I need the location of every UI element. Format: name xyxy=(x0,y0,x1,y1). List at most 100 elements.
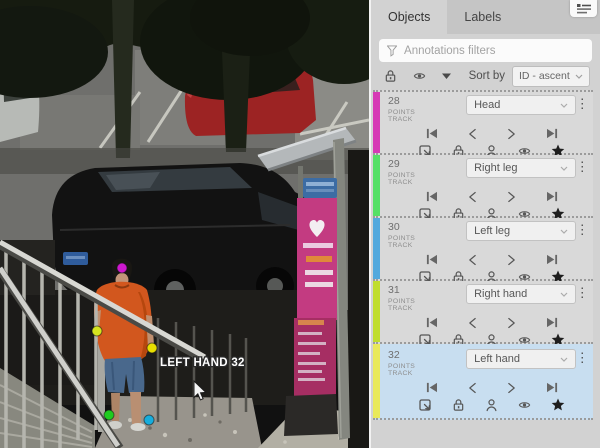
lock-object-button[interactable] xyxy=(452,398,465,412)
object-label-select[interactable]: Right leg xyxy=(466,158,575,178)
object-label-value: Left hand xyxy=(474,353,520,365)
object-id: 30 xyxy=(388,222,438,234)
list-icon xyxy=(577,4,591,14)
switch-outside-button[interactable] xyxy=(418,398,433,412)
next-keyframe-button[interactable] xyxy=(507,317,516,329)
last-keyframe-button[interactable] xyxy=(546,317,559,328)
sort-order-value: ID - ascent xyxy=(519,70,570,82)
object-label-select[interactable]: Head xyxy=(466,95,575,115)
track-type-label: POINTS TRACK xyxy=(388,363,438,377)
point-right-hand[interactable] xyxy=(92,326,102,336)
chevron-down-icon xyxy=(560,166,568,171)
track-color-stripe xyxy=(373,281,380,342)
track-type-label: POINTS TRACK xyxy=(388,109,438,123)
object-cards-list: 28 POINTS TRACK Head ⋮ xyxy=(371,90,600,420)
first-keyframe-button[interactable] xyxy=(425,254,438,265)
last-keyframe-button[interactable] xyxy=(546,382,559,393)
track-color-stripe xyxy=(373,92,380,153)
chevron-down-icon xyxy=(560,292,568,297)
chevron-down-icon xyxy=(560,357,568,362)
object-id-block: 29 POINTS TRACK xyxy=(388,158,438,186)
object-id: 28 xyxy=(388,96,438,108)
previous-keyframe-button[interactable] xyxy=(468,317,477,329)
object-label-value: Head xyxy=(474,99,500,111)
last-keyframe-button[interactable] xyxy=(546,254,559,265)
object-label-select[interactable]: Left hand xyxy=(466,349,575,369)
previous-keyframe-button[interactable] xyxy=(468,191,477,203)
object-card-28[interactable]: 28 POINTS TRACK Head ⋮ xyxy=(373,90,593,155)
hide-all-button[interactable] xyxy=(412,70,427,82)
tab-objects[interactable]: Objects xyxy=(371,0,447,34)
object-id-block: 30 POINTS TRACK xyxy=(388,221,438,249)
occluded-toggle-button[interactable] xyxy=(485,398,498,412)
object-actions-menu[interactable]: ⋮ xyxy=(576,95,589,110)
filter-text-field[interactable] xyxy=(404,45,584,57)
video-frame-canvas[interactable]: LEFT HAND 32 xyxy=(0,0,369,448)
point-left-leg[interactable] xyxy=(144,415,154,425)
annotations-filter-row xyxy=(371,34,600,64)
object-actions-menu[interactable]: ⋮ xyxy=(576,158,589,173)
selected-point-label: LEFT HAND 32 xyxy=(160,357,245,369)
object-actions-menu[interactable]: ⋮ xyxy=(576,284,589,299)
next-keyframe-button[interactable] xyxy=(507,128,516,140)
cvat-annotation-app: LEFT HAND 32 ObjectsLabels xyxy=(0,0,600,448)
lock-all-button[interactable] xyxy=(384,69,397,83)
sort-by-label: Sort by xyxy=(469,70,505,82)
object-label-select[interactable]: Right hand xyxy=(466,284,575,304)
object-card-30[interactable]: 30 POINTS TRACK Left leg ⋮ xyxy=(373,218,593,281)
objects-panel: ObjectsLabels xyxy=(371,0,600,448)
object-id: 32 xyxy=(388,350,438,362)
object-label-select[interactable]: Left leg xyxy=(466,221,575,241)
point-head[interactable] xyxy=(117,263,127,273)
object-label-value: Right hand xyxy=(474,288,527,300)
object-id-block: 31 POINTS TRACK xyxy=(388,284,438,312)
previous-keyframe-button[interactable] xyxy=(468,254,477,266)
collapse-sidebar-button[interactable] xyxy=(570,0,597,17)
chevron-down-icon xyxy=(575,74,583,79)
previous-keyframe-button[interactable] xyxy=(468,382,477,394)
object-card-32[interactable]: 32 POINTS TRACK Left hand ⋮ xyxy=(373,344,593,420)
tab-labels[interactable]: Labels xyxy=(447,0,518,34)
object-actions-menu[interactable]: ⋮ xyxy=(576,221,589,236)
first-keyframe-button[interactable] xyxy=(425,317,438,328)
object-label-value: Left leg xyxy=(474,225,510,237)
panel-tabbar: ObjectsLabels xyxy=(371,0,600,34)
first-keyframe-button[interactable] xyxy=(425,128,438,139)
next-keyframe-button[interactable] xyxy=(507,254,516,266)
chevron-down-icon xyxy=(560,103,568,108)
last-keyframe-button[interactable] xyxy=(546,191,559,202)
first-keyframe-button[interactable] xyxy=(425,382,438,393)
sort-order-select[interactable]: ID - ascent xyxy=(512,66,590,87)
track-type-label: POINTS TRACK xyxy=(388,172,438,186)
next-keyframe-button[interactable] xyxy=(507,382,516,394)
object-id-block: 28 POINTS TRACK xyxy=(388,95,438,123)
expand-all-button[interactable] xyxy=(442,73,451,79)
point-right-leg[interactable] xyxy=(104,410,114,420)
object-actions-menu[interactable]: ⋮ xyxy=(576,349,589,364)
keyframe-star-button[interactable] xyxy=(551,398,565,411)
caret-down-icon xyxy=(442,73,451,79)
object-id-block: 32 POINTS TRACK xyxy=(388,349,438,377)
previous-keyframe-button[interactable] xyxy=(468,128,477,140)
object-id: 29 xyxy=(388,159,438,171)
first-keyframe-button[interactable] xyxy=(425,191,438,202)
objects-controls-row: Sort by ID - ascent xyxy=(371,64,600,90)
chevron-down-icon xyxy=(560,229,568,234)
track-color-stripe xyxy=(373,218,380,279)
object-id: 31 xyxy=(388,285,438,297)
scene-graphic: LEFT HAND 32 xyxy=(0,0,369,448)
walkway xyxy=(95,396,262,448)
filter-funnel-icon xyxy=(387,45,397,57)
object-card-31[interactable]: 31 POINTS TRACK Right hand ⋮ xyxy=(373,281,593,344)
point-left-hand[interactable] xyxy=(147,343,157,353)
object-card-29[interactable]: 29 POINTS TRACK Right leg ⋮ xyxy=(373,155,593,218)
track-type-label: POINTS TRACK xyxy=(388,298,438,312)
hide-object-button[interactable] xyxy=(517,399,532,411)
next-keyframe-button[interactable] xyxy=(507,191,516,203)
last-keyframe-button[interactable] xyxy=(546,128,559,139)
track-type-label: POINTS TRACK xyxy=(388,235,438,249)
track-color-stripe xyxy=(373,155,380,216)
object-label-value: Right leg xyxy=(474,162,517,174)
track-color-stripe xyxy=(373,344,380,418)
annotations-filter-input[interactable] xyxy=(379,39,592,62)
